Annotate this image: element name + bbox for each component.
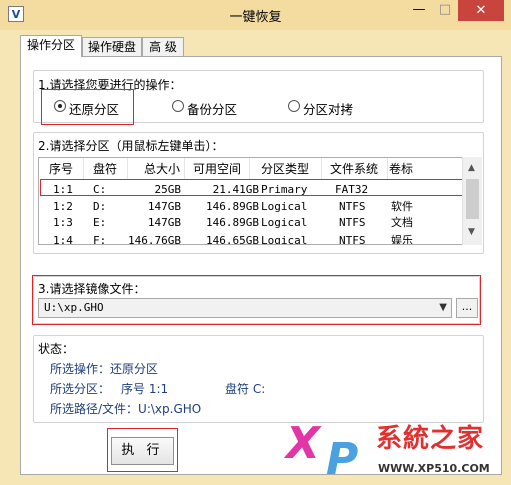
cell-drive: F: xyxy=(93,234,107,245)
minimize-button[interactable]: — xyxy=(406,0,432,22)
cell-type: Logical xyxy=(261,216,308,229)
status-operation: 所选操作：还原分区 xyxy=(50,362,159,376)
scroll-up-icon[interactable]: ▲ xyxy=(468,163,475,173)
cell-fs: NTFS xyxy=(339,200,366,213)
status-partition-drive: 盘符 C: xyxy=(225,382,266,396)
column-header-type[interactable]: 分区类型 xyxy=(249,158,322,180)
scroll-thumb[interactable] xyxy=(466,179,479,219)
tab-operate-disk[interactable]: 操作硬盘 xyxy=(82,37,142,57)
partition-list[interactable]: 序号 盘符 总大小 可用空间 分区类型 文件系统 卷标 1:1 C: 25GB … xyxy=(38,157,482,245)
partition-list-scrollbar[interactable]: ▲ ▼ xyxy=(462,157,482,245)
selected-row-highlight xyxy=(40,179,468,196)
cell-type: Logical xyxy=(261,234,308,245)
radio-circle xyxy=(288,100,300,112)
radio-circle xyxy=(172,100,184,112)
cell-fs: NTFS xyxy=(339,216,366,229)
cell-drive: E: xyxy=(93,216,107,229)
browse-button[interactable]: ... xyxy=(456,298,478,318)
cell-fs: NTFS xyxy=(339,234,366,245)
cell-total: 147GB xyxy=(147,216,181,229)
close-button[interactable]: ✕ xyxy=(458,0,504,21)
cell-no: 1:4 xyxy=(53,234,73,245)
cell-label: 软件 xyxy=(391,200,413,213)
cell-free: 146.89GB xyxy=(206,200,259,213)
cell-free: 146.65GB xyxy=(206,234,259,245)
status-partition-label: 所选分区： xyxy=(50,382,111,396)
watermark-url: WWW.XP510.COM xyxy=(378,462,490,475)
scroll-down-icon[interactable]: ▼ xyxy=(468,227,475,237)
tab-operate-partition[interactable]: 操作分区 xyxy=(20,35,82,57)
radio-backup-label: 备份分区 xyxy=(187,102,238,117)
column-header-free[interactable]: 可用空间 xyxy=(185,158,250,180)
radio-copy-label: 分区对拷 xyxy=(303,102,354,117)
watermark-logo-p: P xyxy=(326,434,359,485)
execute-button[interactable]: 执 行 xyxy=(111,437,174,465)
status-partition-no: 序号 1:1 xyxy=(121,382,169,396)
partition-label: 2.请选择分区（用鼠标左键单击）： xyxy=(38,139,224,153)
cell-no: 1:2 xyxy=(53,200,73,213)
chevron-down-icon[interactable]: ▼ xyxy=(439,302,447,313)
radio-restore-label: 还原分区 xyxy=(69,102,120,117)
cell-no: 1:3 xyxy=(53,216,73,229)
column-header-no[interactable]: 序号 xyxy=(39,158,84,180)
watermark-logo-text: 系統之家 xyxy=(376,424,485,454)
column-header-drive[interactable]: 盘符 xyxy=(83,158,128,180)
cell-label: 文档 xyxy=(391,216,413,229)
image-file-combobox[interactable]: U:\xp.GHO ▼ xyxy=(38,298,452,318)
maximize-button[interactable]: □ xyxy=(432,0,458,22)
radio-circle xyxy=(54,100,66,112)
image-file-label: 3.请选择镜像文件： xyxy=(38,282,146,296)
cell-drive: D: xyxy=(93,200,107,213)
column-header-fs[interactable]: 文件系统 xyxy=(321,158,388,180)
radio-dot xyxy=(58,104,62,108)
watermark-logo-x: X xyxy=(286,418,320,469)
cell-type: Logical xyxy=(261,200,308,213)
column-header-label[interactable]: 卷标 xyxy=(387,158,463,180)
status-path: 所选路径/文件：U:\xp.GHO xyxy=(50,402,202,416)
tab-advanced[interactable]: 高 级 xyxy=(142,37,184,57)
cell-label: 娱乐 xyxy=(391,234,413,245)
status-heading: 状态： xyxy=(38,342,75,356)
cell-total: 146.76GB xyxy=(128,234,181,245)
cell-free: 146.89GB xyxy=(206,216,259,229)
column-header-total[interactable]: 总大小 xyxy=(127,158,185,180)
cell-total: 147GB xyxy=(147,200,181,213)
image-file-value: U:\xp.GHO xyxy=(44,301,104,314)
